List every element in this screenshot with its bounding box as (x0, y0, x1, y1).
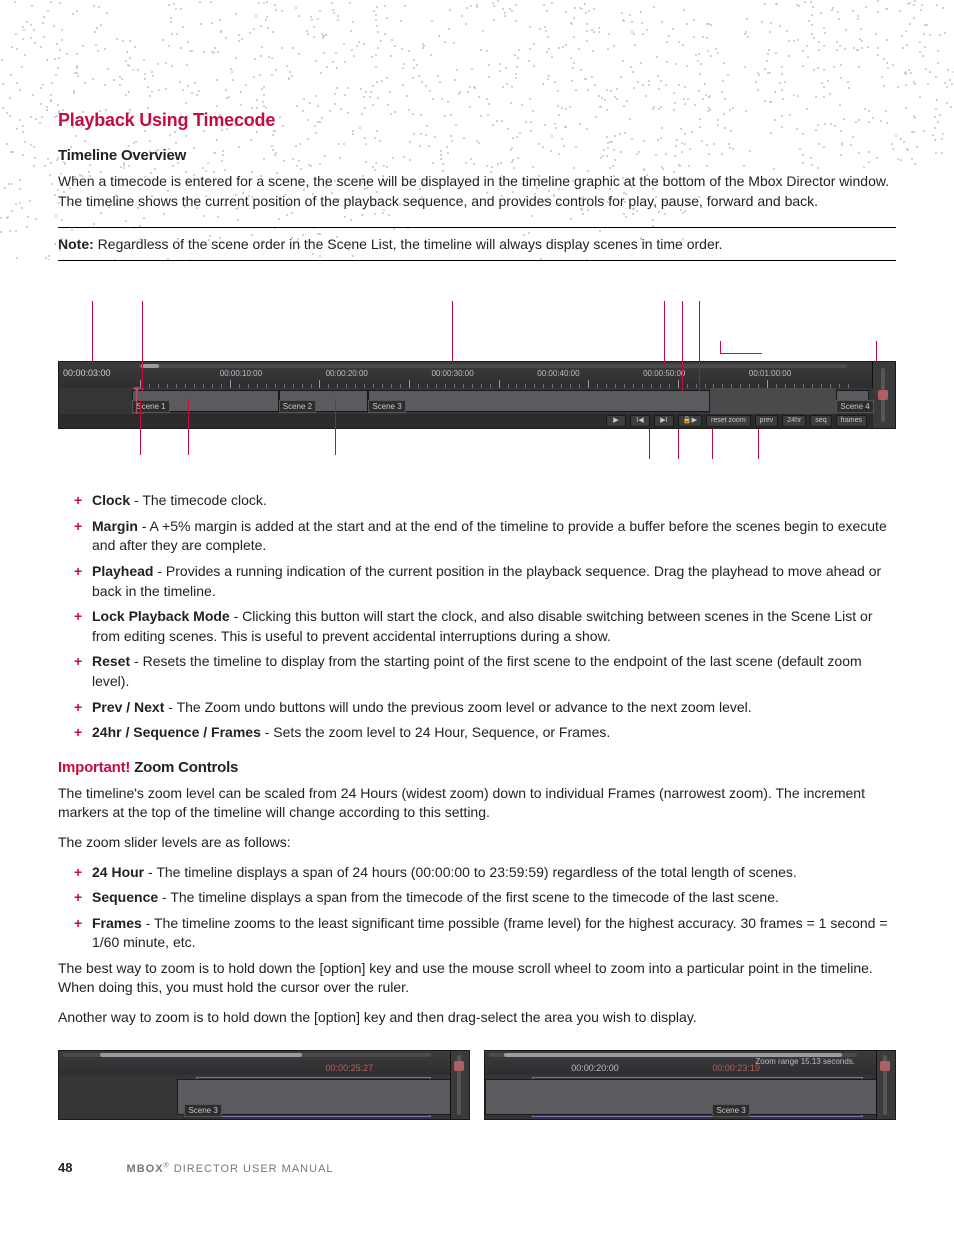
zoom-tip-1: The best way to zoom is to hold down the… (58, 959, 896, 998)
zoom-range-label: Zoom range 15.13 seconds. (755, 1057, 855, 1066)
page-footer: 48 MBOX® DIRECTOR USER MANUAL (58, 1160, 896, 1175)
small-playhead-label-left: 00:00:25:27 (326, 1063, 374, 1073)
ruler-tick-label: 00:00:40:00 (537, 369, 579, 378)
timeline-margin (710, 388, 836, 414)
subheading-zoom: Important! Zoom Controls (58, 759, 896, 776)
note-label: Note: (58, 236, 94, 252)
zoom-paragraph-1: The timeline's zoom level can be scaled … (58, 784, 896, 823)
list-item: Lock Playback Mode - Clicking this butto… (74, 607, 896, 646)
annot-zoom-line (876, 341, 877, 361)
play-button[interactable]: ▶ (606, 415, 626, 427)
annot-scene-line (188, 399, 189, 455)
list-item: Sequence - The timeline displays a span … (74, 888, 896, 908)
timeline-clock: 00:00:03:00 (63, 368, 111, 378)
timeline-scroll-track[interactable] (139, 364, 847, 368)
small-scroll-track-left[interactable] (63, 1053, 431, 1057)
list-item: Playhead - Provides a running indication… (74, 562, 896, 601)
zoom-slider-thumb[interactable] (878, 390, 888, 400)
reset-zoom-button[interactable]: reset zoom (706, 415, 751, 427)
annot-reset-line (758, 429, 759, 459)
annot-h1 (720, 353, 762, 354)
scene-label: Scene 2 (279, 400, 316, 413)
annot-clock-line (92, 301, 93, 361)
overview-paragraph: When a timecode is entered for a scene, … (58, 172, 896, 211)
small-scene-label-right: Scene 3 (712, 1104, 749, 1117)
subheading-overview: Timeline Overview (58, 147, 896, 164)
small-playhead-label-right: 00:00:23:19 (712, 1063, 760, 1073)
small-timeline-row: 00:00:25:27 Scene 3 00:00:20:00 (58, 1050, 896, 1120)
zthumb-l[interactable] (454, 1061, 464, 1071)
annot-ruler-line (452, 301, 453, 361)
annot-skip-line (678, 429, 679, 459)
annot-margin-right-line (699, 301, 700, 391)
timeline-controls: ▶ I◀ ▶I 🔒▶ reset zoom prev 24hr seq fram… (606, 414, 873, 428)
timeline-container: 00:00:03:00 00:00:10:00 00:00:20:00 00:00:… (58, 361, 896, 429)
note-body: Regardless of the scene order in the Sce… (94, 236, 723, 252)
note-callout: Note: Regardless of the scene order in t… (58, 227, 896, 261)
lock-playback-button[interactable]: 🔒▶ (678, 415, 702, 427)
list-item: Prev / Next - The Zoom undo buttons will… (74, 698, 896, 718)
list-item: Margin - A +5% margin is added at the st… (74, 517, 896, 556)
annot-margin-left-line (142, 301, 143, 391)
scene-clip[interactable] (368, 390, 710, 412)
list-item: Frames - The timeline zooms to the least… (74, 914, 896, 953)
zoom-controls-label: Zoom Controls (130, 759, 238, 776)
ruler-tick-label: 00:01:00:00 (749, 369, 791, 378)
timeline-figure: 00:00:03:00 00:00:10:00 00:00:20:00 00:00:… (58, 301, 896, 461)
ruler-tick-label: 00:00:50:00 (643, 369, 685, 378)
annot-h1v (720, 341, 721, 353)
footer-product: MBOX (127, 1163, 164, 1175)
zoom-seq-button[interactable]: seq (810, 415, 831, 427)
feature-list: Clock - The timecode clock. Margin - A +5… (58, 491, 896, 743)
zoom-slider[interactable] (872, 362, 895, 428)
annot-scene-line2 (335, 399, 336, 455)
small-track-left[interactable]: Scene 3 (59, 1075, 451, 1119)
skip-begin-button[interactable]: I◀ (630, 415, 650, 427)
annot-margin-left-line2 (140, 399, 141, 455)
scene-label: Scene 3 (368, 400, 405, 413)
annot-play-line (649, 429, 650, 459)
section-title: Playback Using Timecode (58, 110, 896, 131)
scene-label: Scene 1 (132, 400, 169, 413)
small-ruler-label-right: 00:00:20:00 (571, 1063, 619, 1073)
list-item: 24hr / Sequence / Frames - Sets the zoom… (74, 723, 896, 743)
zoom-paragraph-2: The zoom slider levels are as follows: (58, 833, 896, 853)
small-timeline-right: 00:00:20:00 00:00:23:19 Zoom range 15.13… (484, 1050, 896, 1120)
zoom-tip-2: Another way to zoom is to hold down the … (58, 1008, 896, 1028)
small-scene-label-left: Scene 3 (184, 1104, 221, 1117)
skip-end-button[interactable]: ▶I (654, 415, 674, 427)
list-item: 24 Hour - The timeline displays a span o… (74, 863, 896, 883)
important-label: Important! (58, 759, 130, 776)
timeline-ruler[interactable]: 00:00:03:00 00:00:10:00 00:00:20:00 00:00:… (59, 362, 873, 389)
prev-zoom-button[interactable]: prev (755, 415, 779, 427)
small-zoom-slider-left[interactable] (450, 1051, 469, 1119)
annot-playhead-line (664, 301, 665, 365)
zoom-24hr-button[interactable]: 24hr (782, 415, 806, 427)
small-track-right[interactable]: Scene 3 (485, 1075, 877, 1119)
small-timeline-left: 00:00:25:27 Scene 3 (58, 1050, 470, 1120)
small-ruler-left[interactable]: 00:00:25:27 (59, 1051, 451, 1076)
list-item: Reset - Resets the timeline to display f… (74, 652, 896, 691)
annot-lock-line (712, 429, 713, 459)
ruler-tick-label: 00:00:10:00 (220, 369, 262, 378)
timeline-track[interactable]: Scene 1 Scene 2 Scene 3 Scene 4 (59, 388, 873, 414)
zoom-level-list: 24 Hour - The timeline displays a span o… (58, 863, 896, 953)
annot-playhead-line2 (682, 301, 683, 391)
small-zoom-slider-right[interactable] (876, 1051, 895, 1119)
small-scene-right[interactable] (485, 1079, 877, 1115)
small-ruler-right[interactable]: 00:00:20:00 00:00:23:19 Zoom range 15.13… (485, 1051, 877, 1076)
playhead[interactable] (136, 388, 137, 414)
zoom-frames-button[interactable]: frames (836, 415, 867, 427)
footer-rest: DIRECTOR USER MANUAL (170, 1163, 334, 1175)
list-item: Clock - The timecode clock. (74, 491, 896, 511)
ruler-tick-label: 00:00:20:00 (326, 369, 368, 378)
timeline-scroll-thumb[interactable] (141, 364, 159, 368)
zthumb-r[interactable] (880, 1061, 890, 1071)
small-scroll-thumb-left[interactable] (100, 1053, 302, 1057)
ruler-tick-label: 00:00:30:00 (431, 369, 473, 378)
scene-label: Scene 4 (836, 400, 873, 413)
page-number: 48 (58, 1160, 72, 1175)
